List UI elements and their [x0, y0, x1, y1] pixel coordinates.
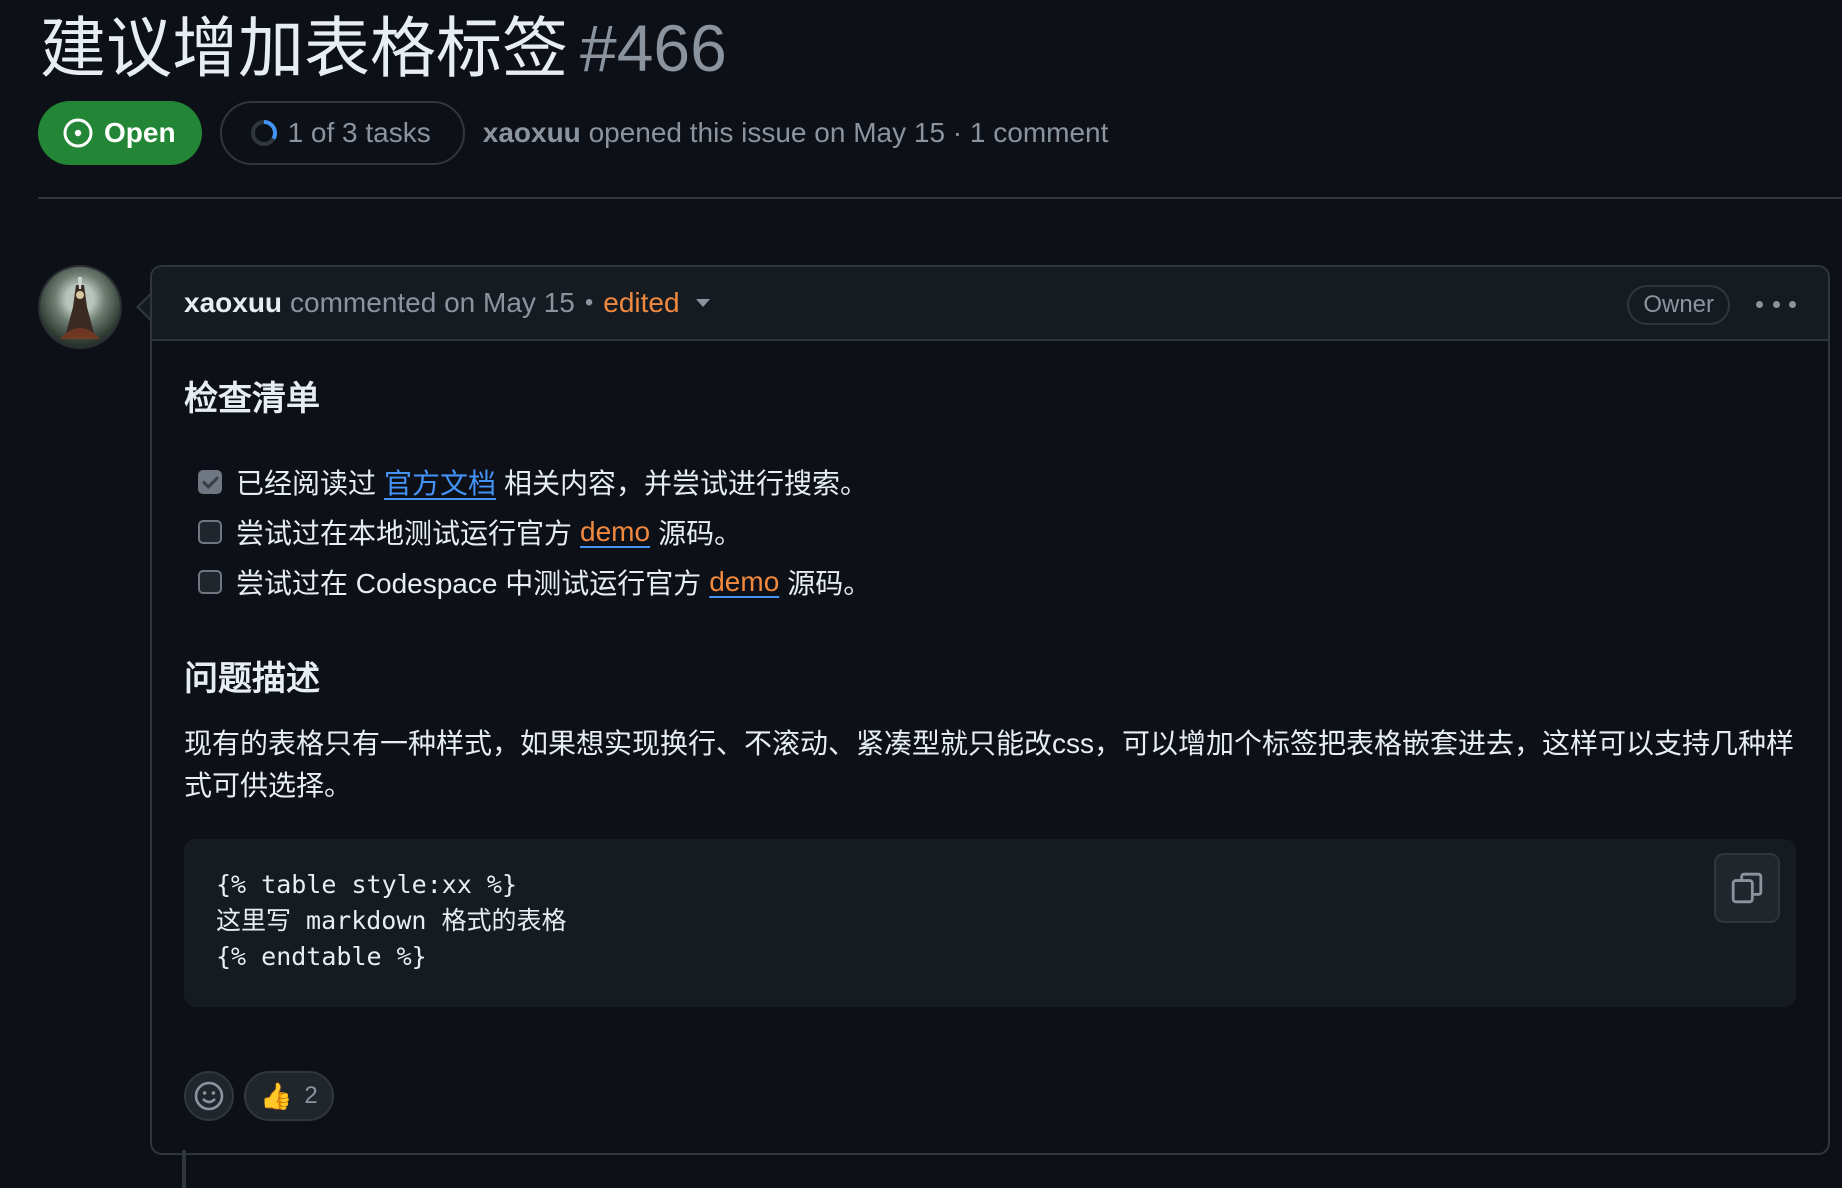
problem-heading: 问题描述	[184, 660, 320, 698]
thumbs-up-icon: 👍	[260, 1080, 293, 1111]
comment-header: xaoxuu commented on May 15 • edited Owne…	[152, 267, 1828, 341]
demo-link[interactable]: demo	[580, 516, 650, 548]
thumbs-up-reaction[interactable]: 👍 2	[244, 1071, 334, 1121]
edited-history-button[interactable]: edited	[603, 287, 679, 319]
task-text-before: 已经阅读过	[236, 468, 377, 499]
code-line: {% endtable %}	[216, 942, 427, 971]
issue-number: #466	[580, 11, 727, 85]
issue-title-text: 建议增加表格标签	[40, 11, 568, 85]
task-item: 已经阅读过 官方文档 相关内容，并尝试进行搜索。	[184, 457, 1796, 507]
progress-ring-icon	[250, 120, 277, 146]
issue-state-badge: Open	[38, 101, 202, 165]
checklist-heading: 检查清单	[184, 380, 320, 418]
code-line: {% table style:xx %}	[216, 870, 518, 899]
issue-title: 建议增加表格标签 #466	[40, 4, 727, 92]
issue-state-label: Open	[104, 117, 176, 148]
copy-icon	[1731, 872, 1763, 904]
header-separator: •	[584, 289, 594, 316]
copy-button[interactable]	[1714, 853, 1780, 923]
issue-open-icon	[63, 118, 93, 148]
official-docs-link[interactable]: 官方文档	[384, 462, 496, 502]
reaction-count: 2	[304, 1082, 318, 1109]
comment-timestamp[interactable]: commented on May 15	[290, 287, 575, 319]
task-text-after: 源码。	[658, 518, 743, 549]
comment-box: xaoxuu commented on May 15 • edited Owne…	[150, 265, 1830, 1155]
comment-pointer	[136, 293, 151, 321]
comment-author-link[interactable]: xaoxuu	[184, 287, 282, 319]
task-item: 尝试过在 Codespace 中测试运行官方 demo 源码。	[184, 557, 1796, 607]
smiley-icon	[194, 1081, 224, 1111]
issue-opened-info: xaoxuu opened this issue on May 15 · 1 c…	[483, 117, 1109, 149]
task-item: 尝试过在本地测试运行官方 demo 源码。	[184, 507, 1796, 557]
task-checkbox[interactable]	[198, 570, 222, 594]
task-checkbox-checked[interactable]	[198, 470, 222, 494]
task-text-after: 源码。	[787, 568, 872, 599]
reactions-bar: 👍 2	[184, 1071, 334, 1121]
task-list: 已经阅读过 官方文档 相关内容，并尝试进行搜索。 尝试过在本地测试运行官方 de…	[184, 457, 1796, 607]
task-text-after: 相关内容，并尝试进行搜索。	[504, 468, 869, 499]
task-text-before: 尝试过在 Codespace 中测试运行官方	[236, 568, 702, 599]
code-block: {% table style:xx %} 这里写 markdown 格式的表格 …	[184, 839, 1796, 1007]
code-line: 这里写 markdown 格式的表格	[216, 906, 567, 935]
comment-body: 检查清单 已经阅读过 官方文档 相关内容，并尝试进行搜索。 尝试过在本地测试运行…	[152, 377, 1828, 1007]
avatar-image	[60, 277, 100, 339]
task-checkbox[interactable]	[198, 520, 222, 544]
chevron-down-icon[interactable]	[695, 299, 710, 307]
header-divider	[38, 197, 1842, 199]
add-reaction-button[interactable]	[184, 1071, 234, 1121]
owner-badge: Owner	[1627, 285, 1730, 325]
tasks-progress-label: 1 of 3 tasks	[287, 117, 431, 148]
issue-author-link[interactable]: xaoxuu	[483, 117, 581, 148]
issue-opened-text: opened this issue on May 15 · 1 comment	[588, 117, 1109, 148]
demo-link[interactable]: demo	[709, 566, 779, 598]
timeline-line	[182, 1150, 186, 1188]
avatar[interactable]	[38, 265, 122, 349]
kebab-menu-icon[interactable]	[1756, 287, 1796, 321]
issue-meta: Open 1 of 3 tasks xaoxuu opened this iss…	[38, 101, 1108, 165]
task-text-before: 尝试过在本地测试运行官方	[236, 518, 573, 549]
problem-description: 现有的表格只有一种样式，如果想实现换行、不滚动、紧凑型就只能改css，可以增加个…	[184, 728, 1795, 801]
tasks-progress-pill[interactable]: 1 of 3 tasks	[219, 101, 465, 165]
